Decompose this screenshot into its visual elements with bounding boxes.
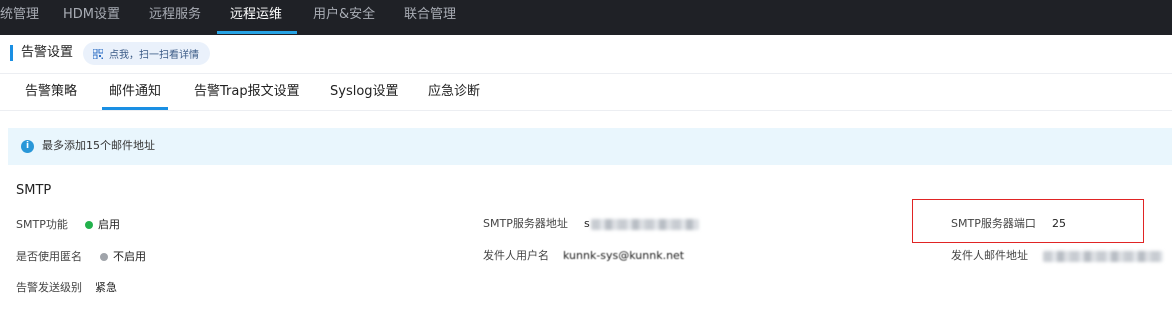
tab-active-indicator [102, 107, 168, 110]
tab-syslog-settings[interactable]: Syslog设置 [330, 84, 399, 100]
redacted-sender-email [1043, 251, 1163, 262]
nav-item-system-management[interactable]: 统管理 [0, 0, 39, 35]
smtp-section-title: SMTP [16, 183, 52, 198]
alert-level-label: 告警发送级别 [16, 281, 82, 294]
qr-help-text: 点我，扫一扫看详情 [109, 50, 199, 61]
smtp-function-label: SMTP功能 [16, 218, 68, 231]
sender-username-label: 发件人用户名 [483, 249, 549, 262]
settings-tabs: 告警策略 邮件通知 告警Trap报文设置 Syslog设置 应急诊断 [0, 73, 1172, 111]
server-address-value: s [584, 217, 590, 230]
nav-item-federated-management[interactable]: 联合管理 [404, 0, 456, 35]
page-header: 告警设置 点我，扫一扫看详情 [0, 35, 1172, 73]
sender-username-value: kunnk-sys@kunnk.net [563, 249, 685, 262]
nav-item-hdm-settings[interactable]: HDM设置 [63, 0, 120, 35]
highlight-box [912, 199, 1144, 243]
anonymous-label: 是否使用匿名 [16, 250, 82, 263]
anonymous-status: 不启用 [113, 250, 146, 263]
server-address-label: SMTP服务器地址 [483, 217, 568, 230]
top-navigation: 统管理 HDM设置 远程服务 远程运维 用户&安全 联合管理 [0, 0, 1172, 35]
nav-item-user-security[interactable]: 用户&安全 [313, 0, 375, 35]
status-dot-enabled [85, 221, 93, 229]
alert-level-value: 紧急 [95, 281, 117, 294]
qr-code-icon [93, 48, 103, 59]
title-accent-bar [10, 45, 13, 61]
redacted-server-address [591, 219, 699, 230]
tab-email-notification[interactable]: 邮件通知 [109, 84, 161, 100]
info-banner: i 最多添加15个邮件地址 [8, 128, 1172, 165]
nav-item-remote-service[interactable]: 远程服务 [149, 0, 201, 35]
smtp-function-status: 启用 [98, 218, 120, 231]
page-title: 告警设置 [21, 45, 74, 60]
tab-trap-settings[interactable]: 告警Trap报文设置 [194, 84, 300, 100]
info-icon: i [21, 140, 34, 153]
tab-alert-policy[interactable]: 告警策略 [25, 84, 77, 100]
nav-item-remote-ops[interactable]: 远程运维 [230, 0, 282, 35]
status-dot-disabled [100, 253, 108, 261]
smtp-function-value: 启用 [85, 218, 120, 232]
info-text: 最多添加15个邮件地址 [42, 139, 155, 152]
sender-email-label: 发件人邮件地址 [951, 249, 1028, 262]
anonymous-value: 不启用 [100, 250, 146, 264]
tab-emergency-diagnosis[interactable]: 应急诊断 [428, 84, 480, 100]
nav-active-indicator [217, 31, 297, 34]
qr-help-button[interactable]: 点我，扫一扫看详情 [83, 42, 210, 65]
